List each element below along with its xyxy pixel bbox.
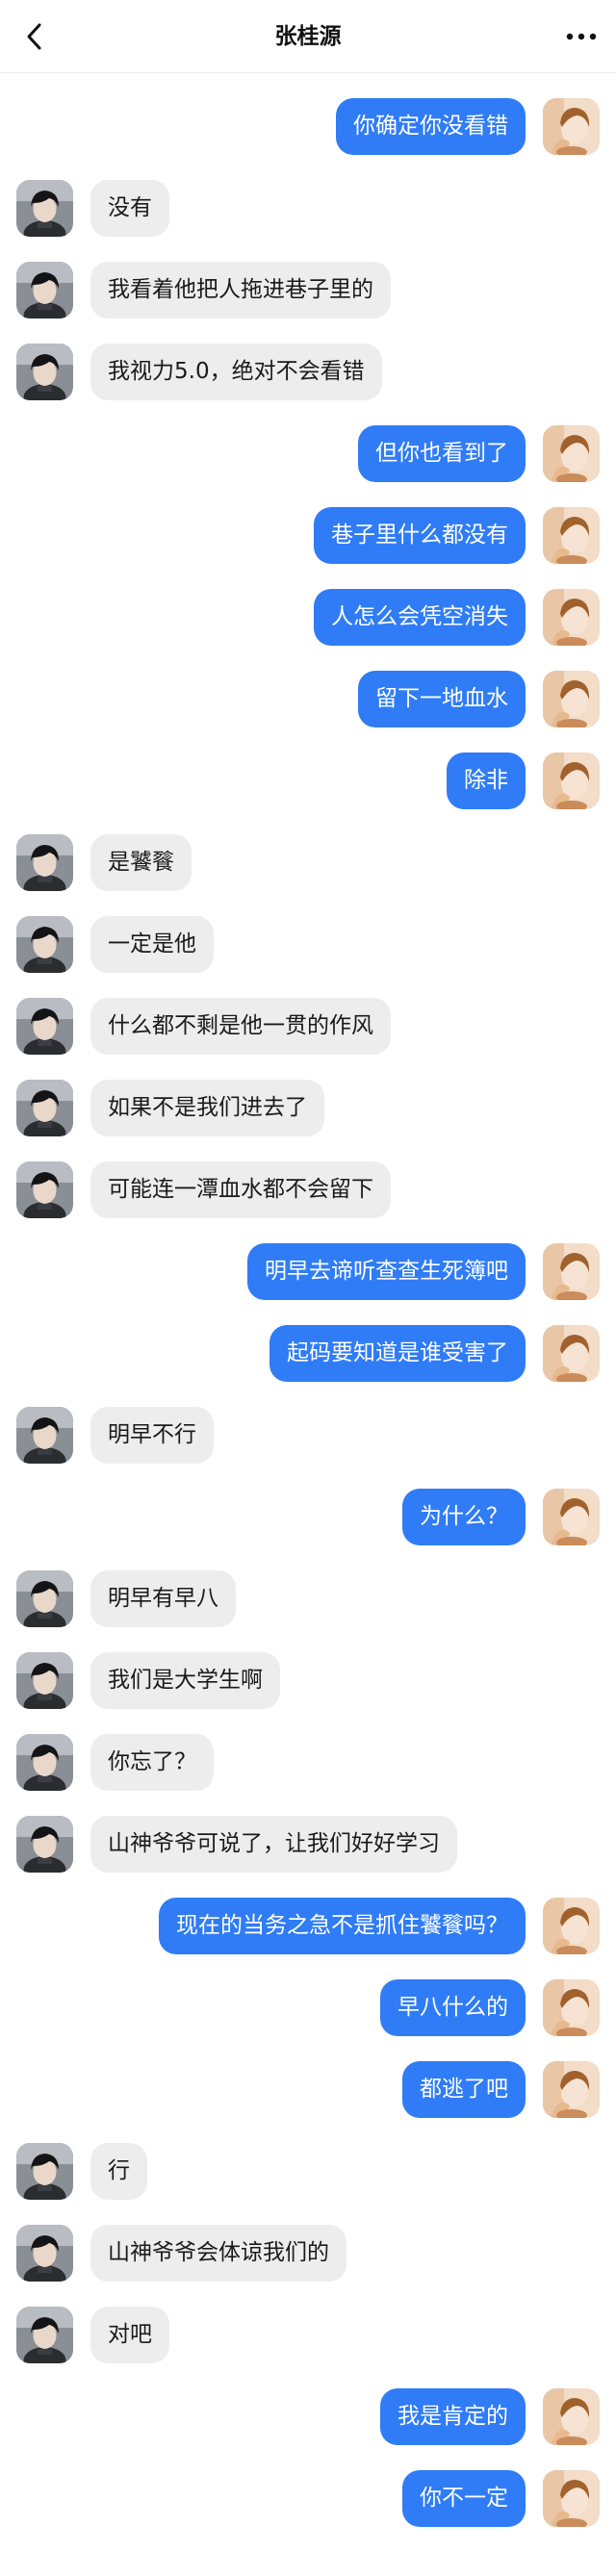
- message-bubble[interactable]: 你忘了？: [90, 1734, 214, 1791]
- message-bubble[interactable]: 明早有早八: [90, 1570, 236, 1627]
- message-bubble[interactable]: 我是肯定的: [380, 2388, 526, 2445]
- outgoing-message: 巷子里什么都没有: [0, 505, 616, 565]
- incoming-message: 一定是他: [0, 914, 616, 974]
- incoming-message: 我们是大学生啊: [0, 1650, 616, 1710]
- contact-avatar[interactable]: [16, 998, 73, 1055]
- my-avatar[interactable]: [543, 2388, 600, 2445]
- message-bubble[interactable]: 对吧: [90, 2307, 169, 2363]
- my-avatar[interactable]: [543, 425, 600, 482]
- outgoing-message: 早八什么的: [0, 1977, 616, 2037]
- incoming-message: 你忘了？: [0, 1732, 616, 1792]
- message-bubble[interactable]: 是饕餮: [90, 834, 192, 891]
- incoming-message: 如果不是我们进去了: [0, 1078, 616, 1137]
- my-avatar[interactable]: [543, 2061, 600, 2118]
- contact-avatar[interactable]: [16, 916, 73, 973]
- outgoing-message: 除非: [0, 751, 616, 810]
- incoming-message: 什么都不剩是他一贯的作风: [0, 996, 616, 1056]
- message-bubble[interactable]: 可能连一潭血水都不会留下: [90, 1161, 391, 1218]
- my-avatar[interactable]: [543, 507, 600, 564]
- my-avatar[interactable]: [543, 752, 600, 809]
- incoming-message: 是饕餮: [0, 832, 616, 892]
- message-bubble[interactable]: 山神爷爷会体谅我们的: [90, 2225, 346, 2282]
- message-bubble[interactable]: 都逃了吧: [402, 2061, 526, 2118]
- message-bubble[interactable]: 早八什么的: [380, 1979, 526, 2036]
- message-bubble[interactable]: 你确定你没看错: [336, 98, 526, 155]
- outgoing-message: 起码要知道是谁受害了: [0, 1323, 616, 1383]
- contact-avatar[interactable]: [16, 1816, 73, 1873]
- contact-avatar[interactable]: [16, 344, 73, 400]
- message-bubble[interactable]: 没有: [90, 180, 169, 237]
- message-bubble[interactable]: 现在的当务之急不是抓住饕餮吗？: [159, 1898, 526, 1954]
- chat-title: 张桂源: [274, 24, 342, 49]
- incoming-message: 山神爷爷会体谅我们的: [0, 2223, 616, 2283]
- message-bubble[interactable]: 如果不是我们进去了: [90, 1080, 324, 1136]
- message-list: 你确定你没看错没有我看着他把人拖进巷子里的 我视力5.0，绝对不会看错但你也看到了…: [0, 96, 616, 2528]
- outgoing-message: 但你也看到了: [0, 423, 616, 483]
- message-bubble[interactable]: 什么都不剩是他一贯的作风: [90, 998, 391, 1055]
- outgoing-message: 你确定你没看错: [0, 96, 616, 156]
- contact-avatar[interactable]: [16, 1570, 73, 1627]
- contact-avatar[interactable]: [16, 2225, 73, 2282]
- my-avatar[interactable]: [543, 1489, 600, 1545]
- outgoing-message: 都逃了吧: [0, 2059, 616, 2119]
- contact-avatar[interactable]: [16, 1734, 73, 1791]
- outgoing-message: 留下一地血水: [0, 669, 616, 728]
- message-bubble[interactable]: 起码要知道是谁受害了: [270, 1325, 526, 1382]
- my-avatar[interactable]: [543, 98, 600, 155]
- message-bubble[interactable]: 你不一定: [402, 2470, 526, 2527]
- message-bubble[interactable]: 我视力5.0，绝对不会看错: [90, 344, 382, 400]
- contact-avatar[interactable]: [16, 2307, 73, 2363]
- my-avatar[interactable]: [543, 671, 600, 727]
- incoming-message: 我看着他把人拖进巷子里的: [0, 260, 616, 319]
- contact-avatar[interactable]: [16, 1080, 73, 1136]
- message-bubble[interactable]: 山神爷爷可说了，让我们好好学习: [90, 1816, 457, 1873]
- incoming-message: 没有: [0, 178, 616, 238]
- more-button[interactable]: [560, 17, 603, 56]
- my-avatar[interactable]: [543, 1898, 600, 1954]
- more-horizontal-icon: [566, 33, 597, 40]
- contact-avatar[interactable]: [16, 262, 73, 319]
- message-bubble[interactable]: 明早不行: [90, 1407, 214, 1464]
- my-avatar[interactable]: [543, 1325, 600, 1382]
- message-bubble[interactable]: 我看着他把人拖进巷子里的: [90, 262, 391, 319]
- outgoing-message: 明早去谛听查查生死簿吧: [0, 1241, 616, 1301]
- incoming-message: 山神爷爷可说了，让我们好好学习: [0, 1814, 616, 1874]
- incoming-message: 明早不行: [0, 1405, 616, 1465]
- message-bubble[interactable]: 留下一地血水: [358, 671, 526, 727]
- message-bubble[interactable]: 人怎么会凭空消失: [314, 589, 526, 646]
- message-bubble[interactable]: 除非: [447, 752, 526, 809]
- outgoing-message: 为什么？: [0, 1487, 616, 1546]
- incoming-message: 行: [0, 2141, 616, 2201]
- message-bubble[interactable]: 为什么？: [402, 1489, 526, 1545]
- message-bubble[interactable]: 行: [90, 2143, 147, 2200]
- chat-header: 张桂源: [0, 0, 616, 73]
- message-bubble[interactable]: 巷子里什么都没有: [314, 507, 526, 564]
- incoming-message: 明早有早八: [0, 1569, 616, 1628]
- my-avatar[interactable]: [543, 1979, 600, 2036]
- my-avatar[interactable]: [543, 589, 600, 646]
- contact-avatar[interactable]: [16, 834, 73, 891]
- my-avatar[interactable]: [543, 1243, 600, 1300]
- outgoing-message: 我是肯定的: [0, 2386, 616, 2446]
- contact-avatar[interactable]: [16, 180, 73, 237]
- message-bubble[interactable]: 明早去谛听查查生死簿吧: [247, 1243, 526, 1300]
- incoming-message: 可能连一潭血水都不会留下: [0, 1160, 616, 1219]
- message-bubble[interactable]: 但你也看到了: [358, 425, 526, 482]
- message-bubble[interactable]: 一定是他: [90, 916, 214, 973]
- contact-avatar[interactable]: [16, 2143, 73, 2200]
- my-avatar[interactable]: [543, 2470, 600, 2527]
- contact-avatar[interactable]: [16, 1407, 73, 1464]
- contact-avatar[interactable]: [16, 1161, 73, 1218]
- contact-avatar[interactable]: [16, 1652, 73, 1709]
- outgoing-message: 现在的当务之急不是抓住饕餮吗？: [0, 1896, 616, 1955]
- outgoing-message: 你不一定: [0, 2468, 616, 2528]
- outgoing-message: 人怎么会凭空消失: [0, 587, 616, 647]
- incoming-message: 我视力5.0，绝对不会看错: [0, 342, 616, 401]
- incoming-message: 对吧: [0, 2305, 616, 2364]
- message-bubble[interactable]: 我们是大学生啊: [90, 1652, 280, 1709]
